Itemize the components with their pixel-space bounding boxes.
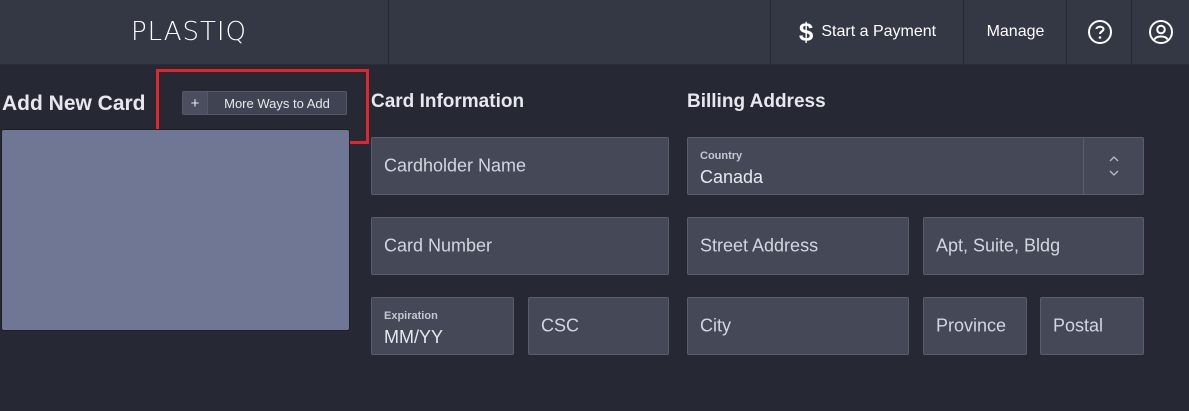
expiration-label: Expiration: [384, 310, 438, 322]
expiration-placeholder: MM/YY: [384, 327, 444, 347]
province-placeholder: Province: [936, 315, 1007, 336]
apt-suite-field[interactable]: Apt, Suite, Bldg: [923, 217, 1144, 275]
street-address-placeholder: Street Address: [700, 235, 819, 256]
top-navigation-bar: PLASTIQ $ Start a Payment Manage: [0, 0, 1189, 65]
csc-placeholder: CSC: [541, 315, 580, 336]
logo-container[interactable]: PLASTIQ: [0, 0, 389, 64]
plus-icon: +: [183, 92, 208, 114]
account-button[interactable]: [1131, 0, 1189, 64]
city-field[interactable]: City: [687, 297, 909, 355]
country-label: Country: [700, 150, 743, 162]
province-field[interactable]: Province: [923, 297, 1027, 355]
cardholder-name-field[interactable]: Cardholder Name: [371, 137, 669, 195]
expiration-field[interactable]: Expiration MM/YY: [371, 297, 514, 355]
more-ways-to-add-button[interactable]: + More Ways to Add: [182, 91, 347, 115]
card-preview: [1, 129, 350, 331]
dollar-icon: $: [798, 16, 814, 47]
chevron-up-icon: [1109, 156, 1118, 162]
manage-label: Manage: [986, 23, 1045, 40]
street-address-field[interactable]: Street Address: [687, 217, 909, 275]
chevron-down-icon: [1109, 170, 1118, 176]
user-icon: [1149, 20, 1173, 44]
country-value: Canada: [700, 167, 764, 187]
city-placeholder: City: [700, 315, 731, 336]
card-information-title: Card Information: [371, 91, 525, 112]
country-select[interactable]: Country Canada: [687, 137, 1144, 195]
card-number-field[interactable]: Card Number: [371, 217, 669, 275]
card-number-placeholder: Card Number: [384, 235, 493, 256]
select-arrows[interactable]: [1083, 138, 1143, 194]
manage-button[interactable]: Manage: [963, 0, 1067, 64]
start-payment-label: Start a Payment: [821, 23, 937, 40]
csc-field[interactable]: CSC: [528, 297, 669, 355]
start-payment-button[interactable]: $ Start a Payment: [770, 0, 964, 64]
add-new-card-title: Add New Card: [2, 92, 146, 115]
plastiq-logo: PLASTIQ: [130, 17, 248, 47]
help-button[interactable]: [1066, 0, 1132, 64]
billing-address-title: Billing Address: [687, 91, 826, 112]
postal-field[interactable]: Postal: [1040, 297, 1144, 355]
apt-suite-placeholder: Apt, Suite, Bldg: [936, 235, 1061, 256]
postal-placeholder: Postal: [1053, 315, 1104, 336]
help-icon: [1087, 20, 1112, 44]
cardholder-name-placeholder: Cardholder Name: [384, 155, 527, 176]
more-ways-to-add-label: More Ways to Add: [224, 95, 330, 111]
